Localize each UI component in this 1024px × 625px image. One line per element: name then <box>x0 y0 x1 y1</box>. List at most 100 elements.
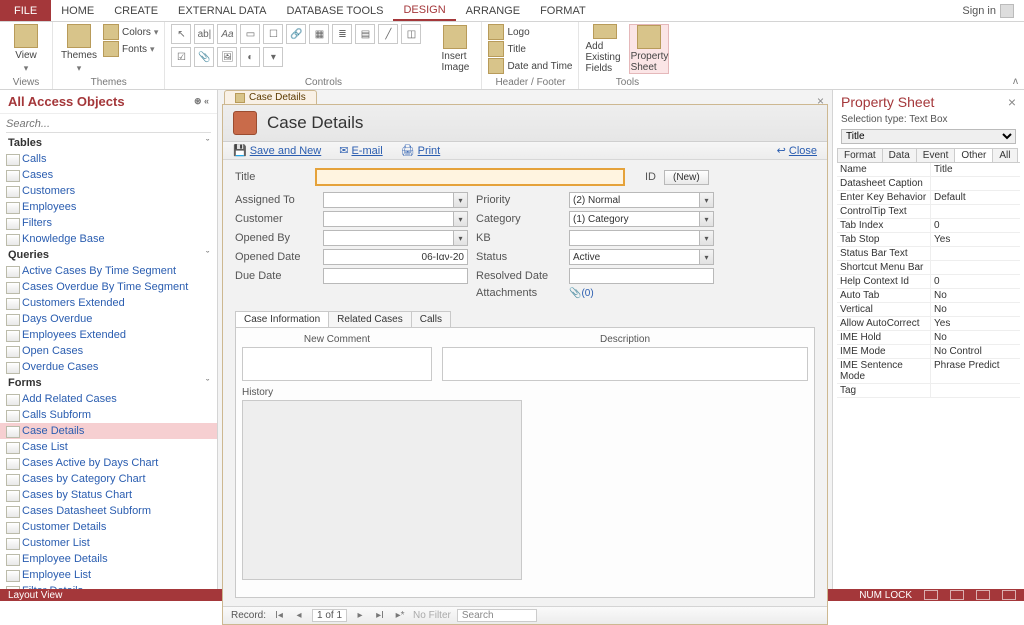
controls-gallery[interactable]: ↖ ab| Aa ▭ ☐ 🔗 ▦ ≣ ▤ ╱ ◫ ☑ 📎 🖼 ◐ ▾ <box>171 24 431 67</box>
hyperlink-icon[interactable]: 🔗 <box>286 24 306 44</box>
chart-icon[interactable]: ◐ <box>240 47 260 67</box>
nav-item[interactable]: Case List <box>0 439 217 455</box>
nav-item[interactable]: Cases <box>0 167 217 183</box>
property-row[interactable]: Enter Key BehaviorDefault <box>837 191 1020 205</box>
status-combo[interactable]: Active▾ <box>569 249 714 265</box>
category-combo[interactable]: (1) Category▾ <box>569 211 714 227</box>
nav-item[interactable]: Filters <box>0 215 217 231</box>
property-row[interactable]: Tab Index0 <box>837 219 1020 233</box>
nav-item[interactable]: Calls Subform <box>0 407 217 423</box>
attachments-value[interactable]: 📎(0) <box>569 288 714 299</box>
property-row[interactable]: IME HoldNo <box>837 331 1020 345</box>
save-and-new-button[interactable]: 💾 Save and New <box>233 144 321 157</box>
resolved-date-input[interactable] <box>569 268 714 284</box>
history-box[interactable] <box>242 400 522 580</box>
close-property-sheet-icon[interactable]: × <box>1008 94 1016 110</box>
nav-item[interactable]: Cases by Category Chart <box>0 471 217 487</box>
textbox-icon[interactable]: ab| <box>194 24 214 44</box>
last-record-button[interactable]: ▸I <box>373 610 387 621</box>
nav-item[interactable]: Customer Details <box>0 519 217 535</box>
checkbox-icon[interactable]: ☑ <box>171 47 191 67</box>
nav-item[interactable]: Customers Extended <box>0 295 217 311</box>
property-value[interactable]: No <box>931 303 1020 316</box>
no-filter-label[interactable]: No Filter <box>413 610 451 621</box>
control-selector[interactable]: Title <box>841 129 1016 144</box>
view-layout-icon[interactable] <box>924 590 938 600</box>
nav-item[interactable]: Days Overdue <box>0 311 217 327</box>
tab-database-tools[interactable]: DATABASE TOOLS <box>276 0 393 21</box>
tab-control-icon[interactable]: ☐ <box>263 24 283 44</box>
themes-button[interactable]: Themes ▾ <box>59 24 99 74</box>
nav-section-queries[interactable]: Queriesˇ <box>0 247 217 263</box>
property-row[interactable]: Tag <box>837 384 1020 398</box>
logo-button[interactable]: Logo <box>488 24 572 40</box>
property-row[interactable]: Allow AutoCorrectYes <box>837 317 1020 331</box>
nav-item[interactable]: Employee List <box>0 567 217 583</box>
prop-tab-data[interactable]: Data <box>882 148 917 162</box>
property-value[interactable]: Default <box>931 191 1020 204</box>
description-input[interactable] <box>442 347 808 381</box>
nav-section-forms[interactable]: Formsˇ <box>0 375 217 391</box>
colors-button[interactable]: Colors▾ <box>103 24 158 40</box>
subtab-calls[interactable]: Calls <box>411 311 451 327</box>
nav-item[interactable]: Cases by Status Chart <box>0 487 217 503</box>
print-button[interactable]: 🖨 Print <box>401 144 441 157</box>
file-tab[interactable]: FILE <box>0 0 51 21</box>
toggle-icon[interactable]: ◫ <box>401 24 421 44</box>
new-record-button[interactable]: ▸* <box>393 610 407 621</box>
property-row[interactable]: Status Bar Text <box>837 247 1020 261</box>
customer-combo[interactable]: ▾ <box>323 211 468 227</box>
nav-item[interactable]: Case Details <box>0 423 217 439</box>
prop-tab-all[interactable]: All <box>992 148 1017 162</box>
close-document-icon[interactable]: × <box>817 94 824 108</box>
prop-tab-format[interactable]: Format <box>837 148 883 162</box>
subform-icon[interactable]: ▤ <box>355 24 375 44</box>
property-row[interactable]: Shortcut Menu Bar <box>837 261 1020 275</box>
priority-combo[interactable]: (2) Normal▾ <box>569 192 714 208</box>
prop-tab-other[interactable]: Other <box>954 148 993 162</box>
document-tab[interactable]: Case Details <box>224 90 317 104</box>
property-value[interactable] <box>931 177 1020 190</box>
tab-arrange[interactable]: ARRANGE <box>456 0 530 21</box>
nav-menu-icon[interactable]: ⊛ « <box>194 96 209 107</box>
opened-by-combo[interactable]: ▾ <box>323 230 468 246</box>
property-row[interactable]: Tab StopYes <box>837 233 1020 247</box>
property-value[interactable]: Title <box>931 163 1020 176</box>
insert-image-button[interactable]: Insert Image <box>435 24 475 74</box>
first-record-button[interactable]: I◂ <box>272 610 286 621</box>
nav-item[interactable]: Customers <box>0 183 217 199</box>
nav-section-tables[interactable]: Tablesˇ <box>0 135 217 151</box>
more-controls-icon[interactable]: ▾ <box>263 47 283 67</box>
nav-item[interactable]: Open Cases <box>0 343 217 359</box>
property-value[interactable]: 0 <box>931 275 1020 288</box>
property-value[interactable] <box>931 247 1020 260</box>
label-icon[interactable]: Aa <box>217 24 237 44</box>
view-datasheet-icon[interactable] <box>976 590 990 600</box>
close-form-button[interactable]: ↩ Close <box>777 144 817 157</box>
nav-item[interactable]: Overdue Cases <box>0 359 217 375</box>
nav-search-input[interactable] <box>6 116 211 133</box>
listbox-icon[interactable]: ≣ <box>332 24 352 44</box>
subtab-related-cases[interactable]: Related Cases <box>328 311 412 327</box>
property-value[interactable] <box>931 261 1020 274</box>
opened-date-input[interactable]: 06-Ιαν-20 <box>323 249 468 265</box>
property-value[interactable] <box>931 205 1020 218</box>
kb-combo[interactable]: ▾ <box>569 230 714 246</box>
nav-item[interactable]: Employees Extended <box>0 327 217 343</box>
signin-link[interactable]: Sign in <box>952 0 1024 21</box>
image-icon[interactable]: 🖼 <box>217 47 237 67</box>
nav-item[interactable]: Employee Details <box>0 551 217 567</box>
tab-create[interactable]: CREATE <box>104 0 168 21</box>
property-row[interactable]: ControlTip Text <box>837 205 1020 219</box>
nav-item[interactable]: Add Related Cases <box>0 391 217 407</box>
collapse-ribbon-icon[interactable]: ʌ <box>1013 76 1018 87</box>
due-date-input[interactable] <box>323 268 468 284</box>
line-icon[interactable]: ╱ <box>378 24 398 44</box>
prev-record-button[interactable]: ◂ <box>292 610 306 621</box>
property-value[interactable]: No <box>931 289 1020 302</box>
nav-item[interactable]: Cases Datasheet Subform <box>0 503 217 519</box>
new-comment-input[interactable] <box>242 347 432 381</box>
view-design-icon[interactable] <box>1002 590 1016 600</box>
fonts-button[interactable]: Fonts▾ <box>103 41 158 57</box>
title-button[interactable]: Title <box>488 41 572 57</box>
